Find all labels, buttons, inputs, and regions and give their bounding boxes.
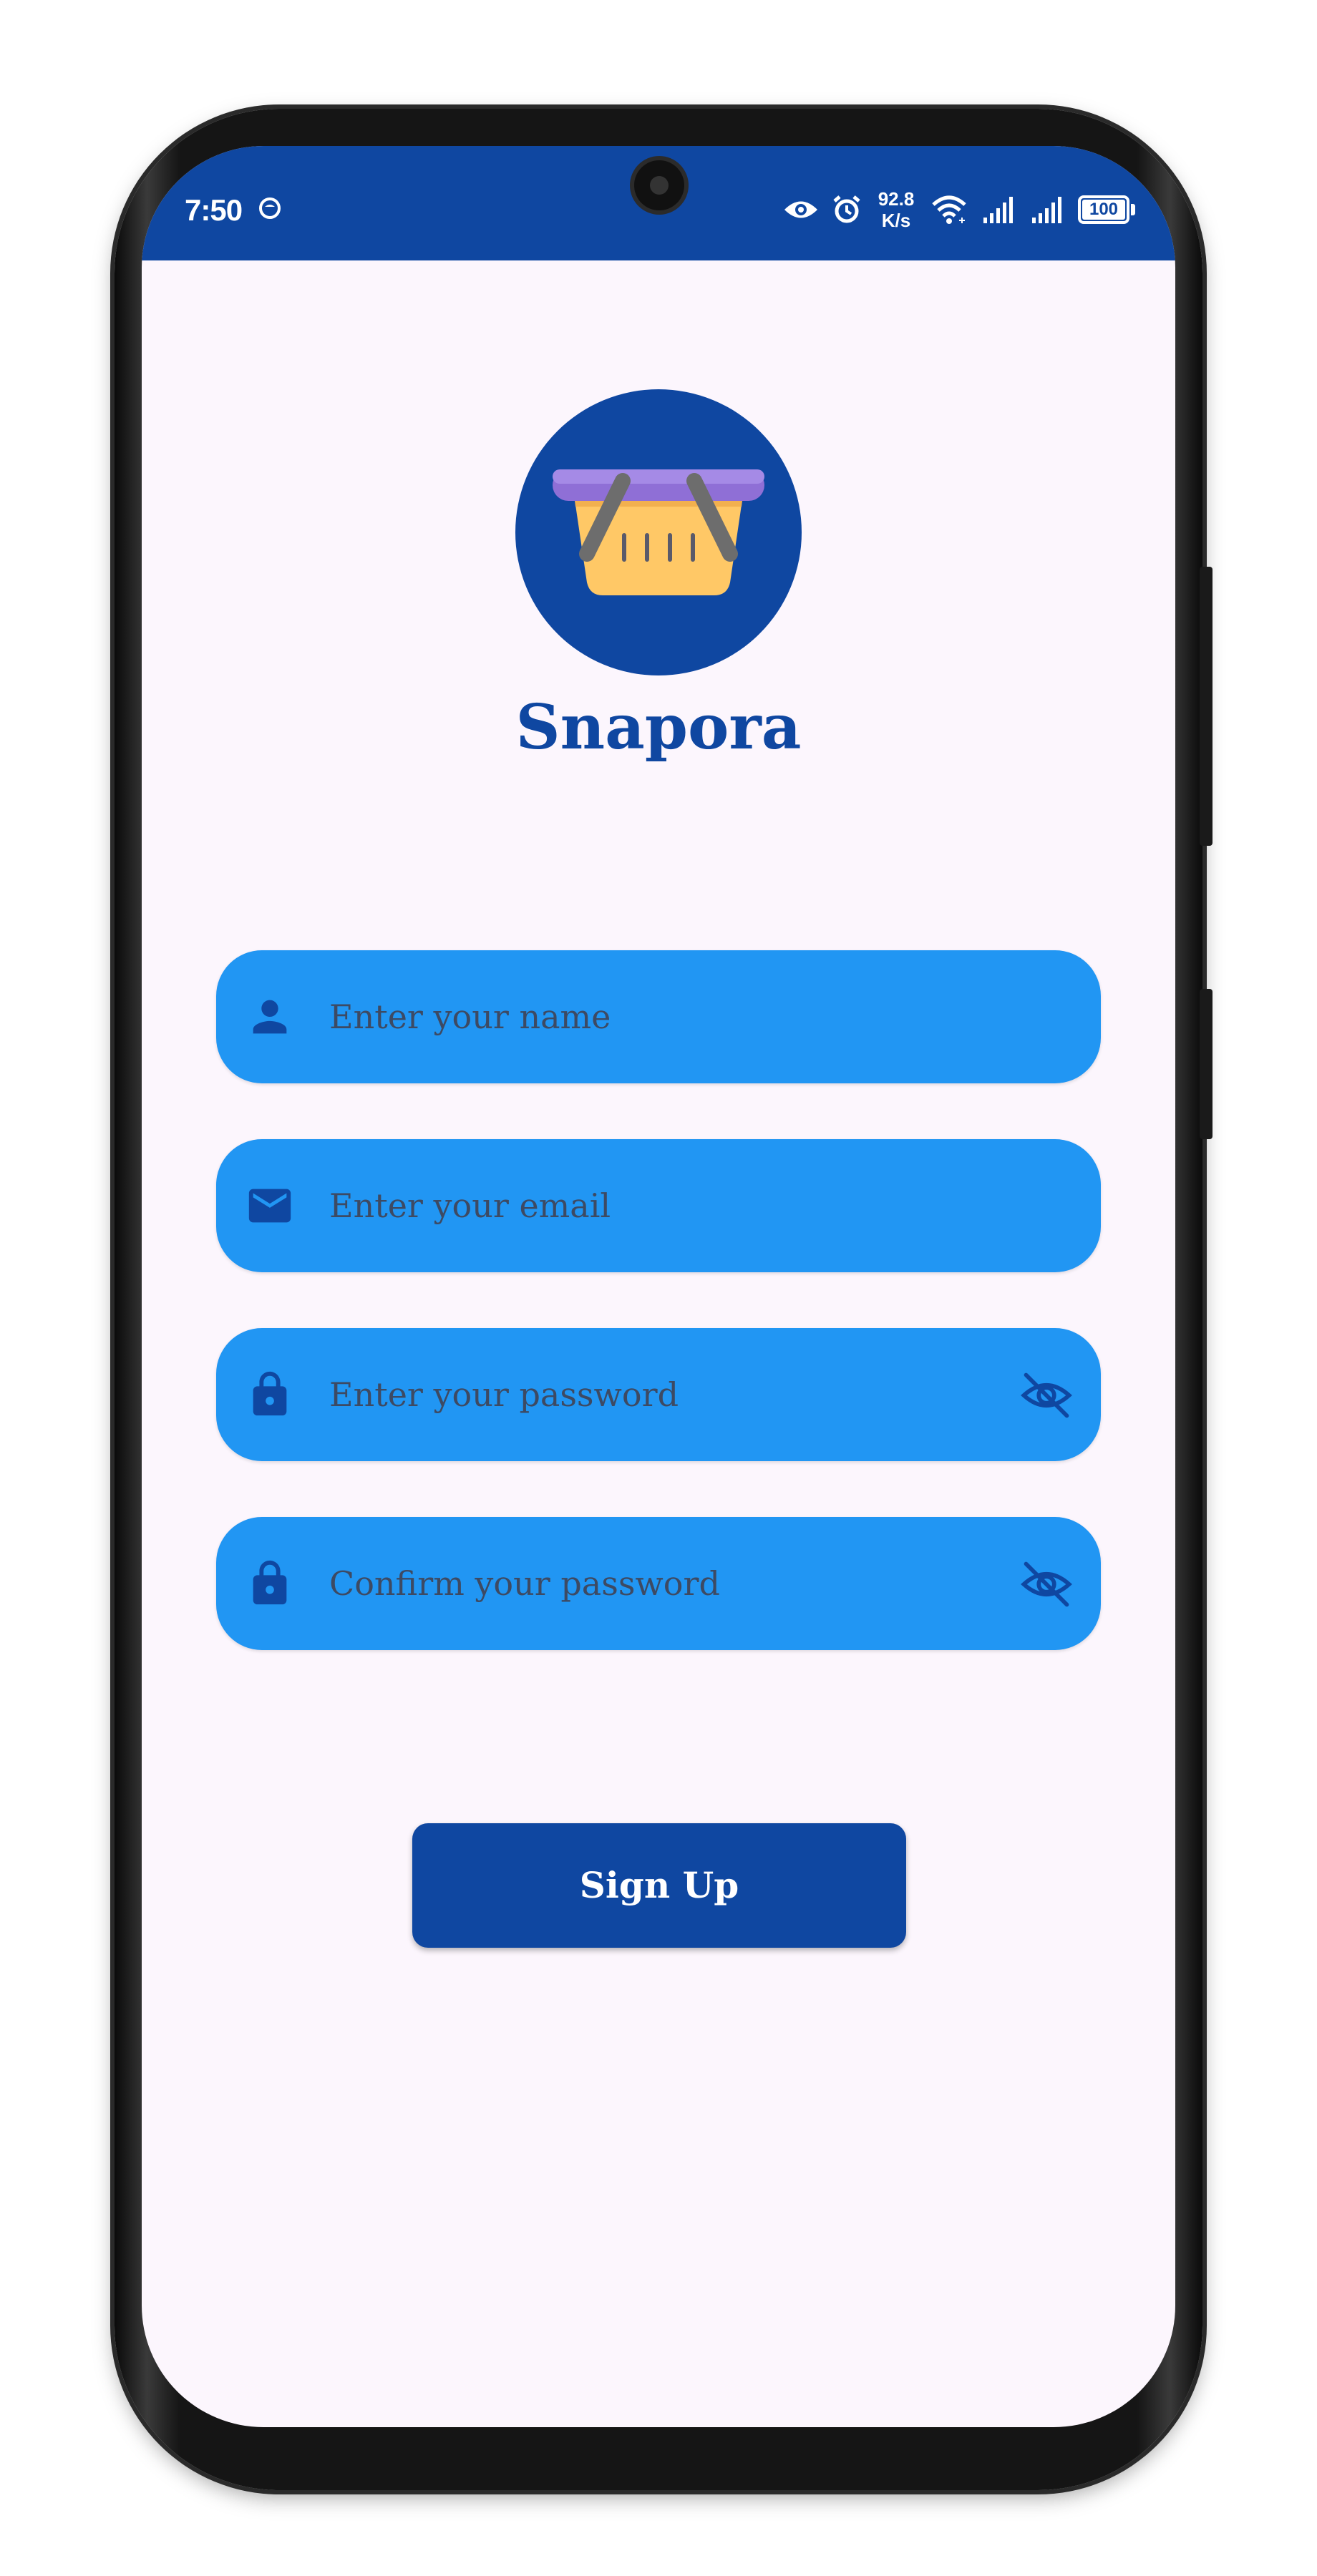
- mail-icon: [248, 1189, 291, 1223]
- front-camera: [634, 160, 684, 210]
- sign-up-button[interactable]: Sign Up: [412, 1823, 906, 1948]
- status-icons: 92.8 K/s 100: [783, 185, 1135, 235]
- speed-value: 92.8: [878, 188, 915, 210]
- eye-off-icon[interactable]: [1019, 1368, 1074, 1423]
- eye-off-icon[interactable]: [1019, 1557, 1074, 1611]
- password-field[interactable]: Enter your password: [216, 1328, 1101, 1461]
- battery-icon: 100: [1078, 195, 1135, 224]
- confirm-password-placeholder: Confirm your password: [329, 1564, 720, 1603]
- signal-icon: [983, 197, 1013, 223]
- password-placeholder: Enter your password: [329, 1375, 679, 1414]
- confirm-password-field[interactable]: Confirm your password: [216, 1517, 1101, 1650]
- smiley-icon: [259, 197, 281, 219]
- lock-icon: [253, 1560, 287, 1605]
- lock-icon: [253, 1371, 287, 1416]
- status-time: 7:50: [185, 193, 243, 227]
- person-icon: [253, 1000, 287, 1034]
- screen: 7:50 92.8 K/s 100 Snapora Enter your nam…: [142, 146, 1175, 2427]
- battery-level: 100: [1082, 200, 1125, 220]
- wifi-icon: [932, 195, 966, 224]
- volume-button: [1200, 989, 1212, 1139]
- phone-frame: 7:50 92.8 K/s 100 Snapora Enter your nam…: [115, 109, 1212, 2490]
- name-field[interactable]: Enter your name: [216, 950, 1101, 1083]
- eye-icon: [784, 201, 817, 218]
- power-button: [1200, 567, 1212, 846]
- speed-unit: K/s: [881, 210, 911, 231]
- name-placeholder: Enter your name: [329, 997, 611, 1036]
- email-placeholder: Enter your email: [329, 1186, 611, 1225]
- alarm-icon: [833, 195, 860, 223]
- app-logo: [515, 389, 802, 675]
- signal-icon: [1032, 197, 1061, 223]
- app-name: Snapora: [515, 691, 802, 763]
- status-bar: 7:50 92.8 K/s 100: [142, 146, 1175, 260]
- shopping-basket-icon: [553, 469, 764, 595]
- email-field[interactable]: Enter your email: [216, 1139, 1101, 1272]
- network-speed: 92.8 K/s: [875, 188, 918, 231]
